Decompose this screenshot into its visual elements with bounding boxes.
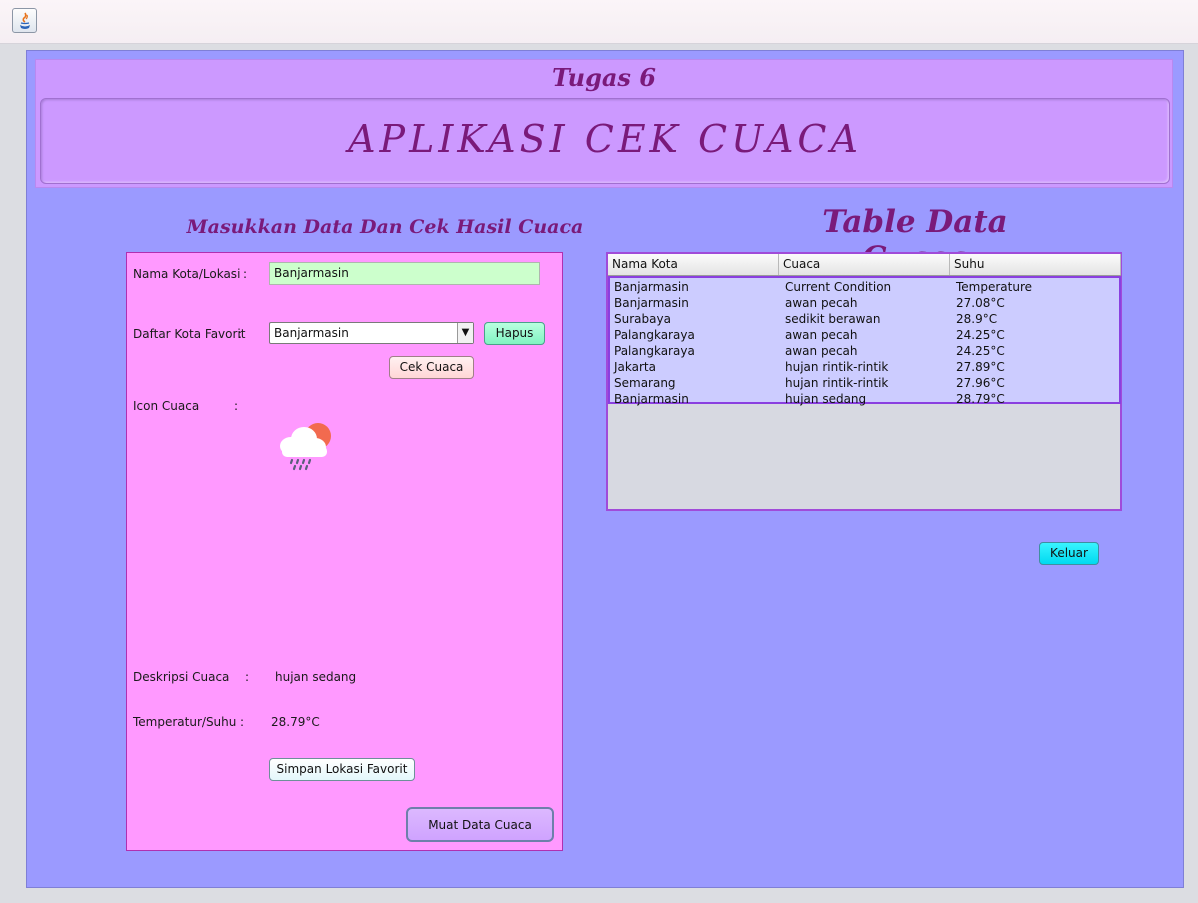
table-body: Banjarmasin Current Condition Temperatur… xyxy=(608,276,1121,407)
column-header-weather[interactable]: Cuaca xyxy=(779,254,950,275)
cell-city: Banjarmasin xyxy=(614,296,689,310)
subtitle: Tugas 6 xyxy=(551,63,656,92)
cell-weather: awan pecah xyxy=(785,328,858,342)
dropdown-arrow-icon[interactable]: ▼ xyxy=(457,323,473,343)
exit-button[interactable]: Keluar xyxy=(1039,542,1099,565)
weather-table[interactable]: Nama Kota Cuaca Suhu Banjarmasin Current… xyxy=(606,252,1122,511)
cell-temperature: 27.89°C xyxy=(956,360,1005,374)
cell-city: Banjarmasin xyxy=(614,280,689,294)
cell-weather: Current Condition xyxy=(785,280,892,294)
weather-icon-label: Icon Cuaca xyxy=(133,399,200,413)
cell-city: Surabaya xyxy=(614,312,671,326)
city-label-colon: : xyxy=(243,267,248,281)
favorite-city-selected: Banjarmasin xyxy=(274,326,349,340)
cell-weather: hujan rintik-rintik xyxy=(785,376,889,390)
table-header: Nama Kota Cuaca Suhu xyxy=(608,254,1121,276)
cell-temperature: 27.08°C xyxy=(956,296,1005,310)
cell-city: Palangkaraya xyxy=(614,344,695,358)
table-row[interactable]: Palangkaraya awan pecah 24.25°C xyxy=(610,343,1119,359)
delete-favorite-button[interactable]: Hapus xyxy=(484,322,545,345)
table-row[interactable]: Banjarmasin hujan sedang 28.79°C xyxy=(610,391,1119,407)
cloud-sun-rain-icon xyxy=(276,418,334,477)
header-panel: Tugas 6 APLIKASI CEK CUACA xyxy=(35,59,1173,188)
cell-temperature: 28.9°C xyxy=(956,312,998,326)
cell-temperature: 24.25°C xyxy=(956,344,1005,358)
java-app-icon[interactable] xyxy=(12,8,37,33)
table-row[interactable]: Jakarta hujan rintik-rintik 27.89°C xyxy=(610,359,1119,375)
load-weather-data-button[interactable]: Muat Data Cuaca xyxy=(406,807,554,842)
favorite-city-dropdown[interactable]: Banjarmasin ▼ xyxy=(269,322,474,344)
description-label-colon: : xyxy=(245,670,250,684)
temperature-label: Temperatur/Suhu xyxy=(133,715,237,729)
save-favorite-button[interactable]: Simpan Lokasi Favorit xyxy=(269,758,415,781)
cell-temperature: Temperature xyxy=(956,280,1033,294)
temperature-value: 28.79°C xyxy=(271,715,320,729)
input-section-heading: Masukkan Data Dan Cek Hasil Cuaca xyxy=(186,216,584,238)
check-weather-button[interactable]: Cek Cuaca xyxy=(389,356,474,379)
description-label: Deskripsi Cuaca xyxy=(133,670,230,684)
temperature-label-colon: : xyxy=(240,715,245,729)
city-label: Nama Kota/Lokasi xyxy=(133,267,241,281)
cell-temperature: 24.25°C xyxy=(956,328,1005,342)
cell-city: Banjarmasin xyxy=(614,392,689,406)
favorite-city-label-colon: : xyxy=(238,327,243,341)
cell-city: Jakarta xyxy=(614,360,656,374)
table-row[interactable]: Palangkaraya awan pecah 24.25°C xyxy=(610,327,1119,343)
cell-weather: awan pecah xyxy=(785,344,858,358)
column-header-city[interactable]: Nama Kota xyxy=(608,254,779,275)
cell-temperature: 28.79°C xyxy=(956,392,1005,406)
cell-weather: awan pecah xyxy=(785,296,858,310)
cell-city: Semarang xyxy=(614,376,676,390)
favorite-city-label: Daftar Kota Favorit xyxy=(133,327,246,341)
cell-city: Palangkaraya xyxy=(614,328,695,342)
table-row[interactable]: Banjarmasin awan pecah 27.08°C xyxy=(610,295,1119,311)
table-row[interactable]: Semarang hujan rintik-rintik 27.96°C xyxy=(610,375,1119,391)
column-header-temperature[interactable]: Suhu xyxy=(950,254,1121,275)
cell-temperature: 27.96°C xyxy=(956,376,1005,390)
title-box: APLIKASI CEK CUACA xyxy=(40,98,1170,184)
cell-weather: hujan sedang xyxy=(785,392,867,406)
window-titlebar xyxy=(0,0,1198,44)
cell-weather: sedikit berawan xyxy=(785,312,881,326)
description-value: hujan sedang xyxy=(275,670,357,684)
table-row[interactable]: Banjarmasin Current Condition Temperatur… xyxy=(610,279,1119,295)
cell-weather: hujan rintik-rintik xyxy=(785,360,889,374)
page-title: APLIKASI CEK CUACA xyxy=(348,117,862,161)
city-input[interactable]: Banjarmasin xyxy=(269,262,540,285)
table-row[interactable]: Surabaya sedikit berawan 28.9°C xyxy=(610,311,1119,327)
weather-icon-label-colon: : xyxy=(234,399,239,413)
